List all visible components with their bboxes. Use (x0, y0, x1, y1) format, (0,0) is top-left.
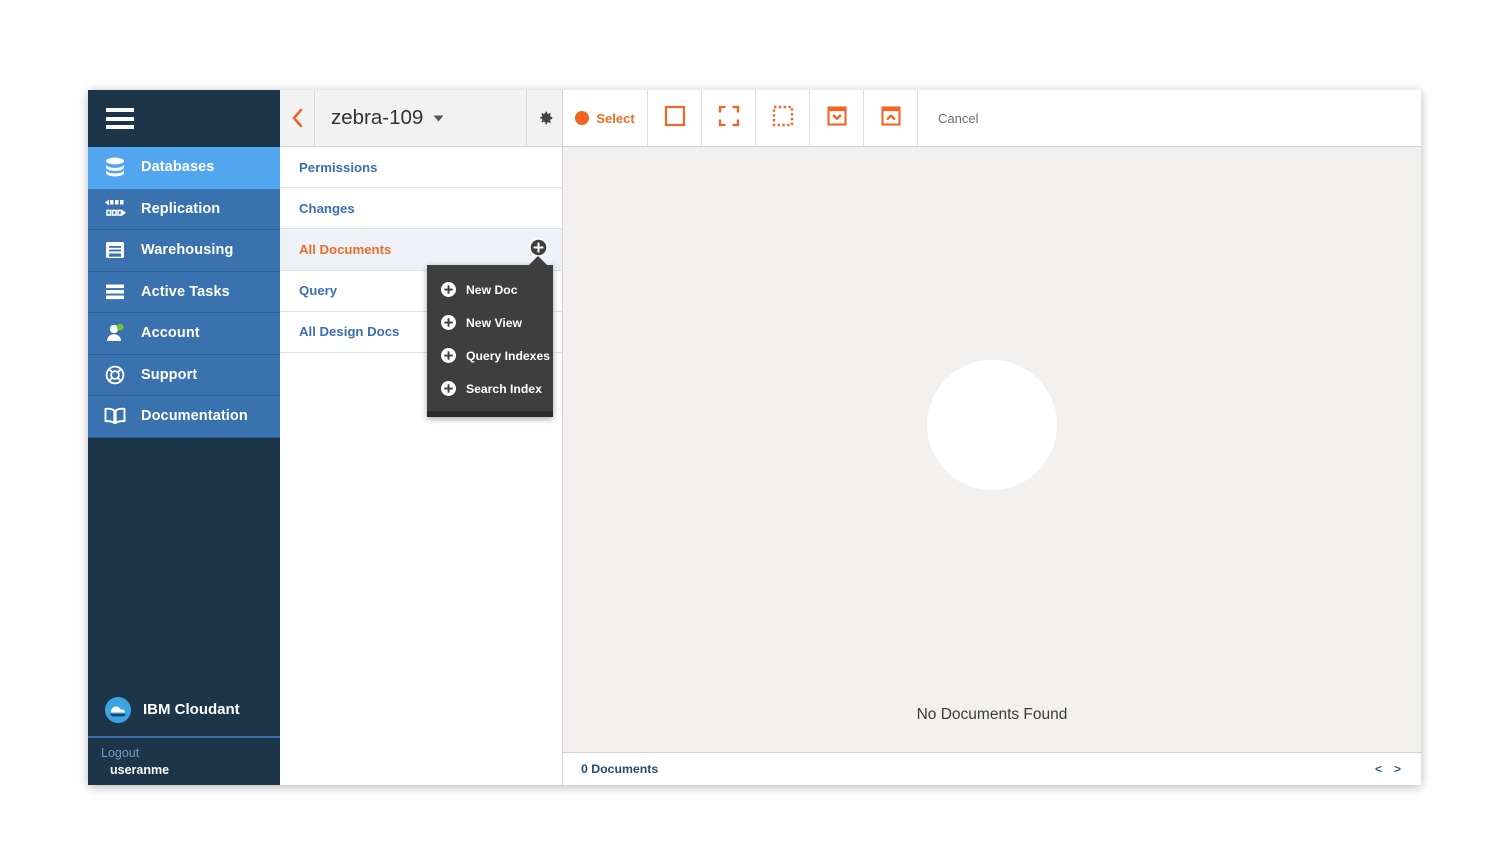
brand-block: IBM Cloudant (88, 683, 280, 738)
active-tasks-icon (102, 280, 128, 304)
loading-circle-icon (927, 360, 1057, 490)
database-nav-panel: zebra-109 Permissions Changes All Docume… (280, 90, 563, 785)
menu-item-label: Search Index (466, 381, 542, 396)
menu-item-search-index[interactable]: Search Index (427, 372, 553, 405)
dashed-square-icon (772, 105, 794, 132)
logout-link[interactable]: Logout (101, 745, 280, 761)
box-chevron-up-icon (880, 105, 902, 132)
document-count: 0 Documents (581, 762, 659, 776)
empty-state-label: No Documents Found (916, 706, 1068, 723)
database-header: zebra-109 (280, 90, 562, 147)
support-icon (102, 363, 128, 387)
sidebar-item-label: Warehousing (141, 242, 234, 259)
expand-button[interactable] (702, 90, 756, 146)
doc-nav-label: Query (299, 283, 338, 299)
account-footer: Logout useranme (88, 738, 280, 785)
cloudant-app-window: Databases Replication Warehousing Active… (88, 90, 1421, 785)
doc-nav-label: Changes (299, 200, 355, 216)
collapse-all-button[interactable] (810, 90, 864, 146)
menu-item-query-indexes[interactable]: Query Indexes (427, 339, 553, 372)
menu-item-new-doc[interactable]: New Doc (427, 273, 553, 306)
menu-item-new-view[interactable]: New View (427, 306, 553, 339)
sidebar-item-label: Documentation (141, 408, 248, 425)
sidebar-item-support[interactable]: Support (88, 354, 280, 396)
sidebar-item-label: Account (141, 325, 200, 342)
select-label: Select (596, 110, 635, 126)
documents-toolbar: Select Cancel (563, 90, 1421, 147)
sidebar-item-label: Replication (141, 200, 221, 217)
menu-item-label: Query Indexes (466, 348, 550, 363)
sidebar-item-account[interactable]: Account (88, 313, 280, 355)
hamburger-icon[interactable] (105, 107, 135, 130)
replication-icon (102, 197, 128, 221)
cloudant-cloud-icon (104, 696, 132, 724)
sidebar-item-replication[interactable]: Replication (88, 188, 280, 230)
expand-corners-icon (718, 105, 740, 132)
documentation-icon (102, 404, 128, 428)
sidebar-item-databases[interactable]: Databases (88, 147, 280, 189)
database-icon (102, 155, 128, 179)
doc-nav-permissions[interactable]: Permissions (280, 147, 562, 189)
doc-nav-label: Permissions (299, 159, 378, 175)
back-chevron-icon[interactable] (280, 90, 315, 146)
doc-nav-label: All Design Docs (299, 324, 400, 340)
pagination: < > (1375, 762, 1401, 776)
menu-pointer-arrow (529, 256, 547, 265)
warehousing-icon (102, 238, 128, 262)
expand-all-button[interactable] (864, 90, 918, 146)
prev-page-button[interactable]: < (1375, 762, 1382, 776)
main-content: Select Cancel No Documents Found 0 Docum… (563, 90, 1421, 785)
next-page-button[interactable]: > (1394, 762, 1401, 776)
doc-panel-filler (280, 352, 562, 785)
sidebar-item-warehousing[interactable]: Warehousing (88, 230, 280, 272)
cancel-button[interactable]: Cancel (918, 90, 1421, 146)
account-icon (102, 321, 128, 345)
cancel-label: Cancel (938, 110, 979, 126)
filled-circle-icon (575, 111, 590, 125)
gear-icon[interactable] (526, 90, 562, 146)
box-chevron-down-icon (826, 105, 848, 132)
database-name-dropdown[interactable]: zebra-109 (315, 90, 526, 146)
sidebar: Databases Replication Warehousing Active… (88, 90, 280, 785)
database-name: zebra-109 (331, 106, 424, 129)
menu-item-label: New Doc (466, 282, 518, 297)
documents-content-area: No Documents Found (563, 147, 1421, 752)
plus-circle-icon (441, 348, 457, 363)
select-mode-button[interactable]: Select (563, 90, 648, 146)
select-none-button[interactable] (756, 90, 810, 146)
doc-nav-label: All Documents (299, 241, 392, 257)
caret-down-icon (433, 109, 444, 127)
select-all-button[interactable] (648, 90, 702, 146)
doc-nav-changes[interactable]: Changes (280, 188, 562, 230)
menu-item-label: New View (466, 315, 522, 330)
username-label: useranme (110, 763, 170, 777)
sidebar-item-documentation[interactable]: Documentation (88, 396, 280, 438)
sidebar-nav-list: Databases Replication Warehousing Active… (88, 147, 280, 438)
sidebar-item-label: Support (141, 366, 198, 383)
sidebar-item-label: Active Tasks (141, 283, 230, 300)
sidebar-item-active-tasks[interactable]: Active Tasks (88, 271, 280, 313)
sidebar-header (88, 90, 280, 147)
brand-name: IBM Cloudant (143, 701, 240, 718)
plus-circle-icon (441, 282, 457, 297)
sidebar-item-label: Databases (141, 159, 215, 176)
add-document-menu: New Doc New View Query Indexes Search In… (427, 256, 553, 417)
sidebar-spacer (88, 437, 280, 683)
documents-statusbar: 0 Documents < > (563, 752, 1421, 785)
plus-circle-icon (441, 381, 457, 396)
plus-circle-icon (441, 315, 457, 330)
square-outline-icon (664, 105, 686, 132)
